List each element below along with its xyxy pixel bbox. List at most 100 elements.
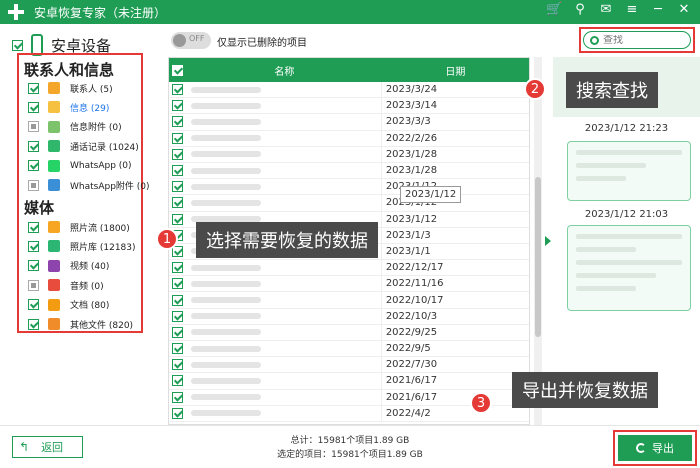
app-title: 安卓恢复专家（未注册）	[34, 5, 167, 20]
row-checkbox[interactable]	[172, 132, 184, 144]
row-checkbox[interactable]	[172, 391, 184, 403]
category-checkbox[interactable]	[28, 121, 39, 133]
category-checkbox[interactable]	[28, 260, 39, 272]
row-checkbox[interactable]	[172, 407, 184, 419]
minimize-icon[interactable]: ─	[650, 2, 666, 17]
menu-icon[interactable]: ≡	[624, 2, 640, 17]
category-item[interactable]: 信息 (29)	[28, 100, 109, 114]
blurred-contact	[190, 345, 261, 352]
category-item[interactable]: 信息附件 (0)	[28, 120, 122, 134]
category-checkbox[interactable]	[28, 299, 39, 311]
table-row[interactable]: 2022/12/17	[169, 260, 529, 277]
category-checkbox[interactable]	[28, 140, 39, 152]
search-input[interactable]	[603, 34, 683, 46]
message-timestamp: 2023/1/12 21:23	[584, 123, 669, 134]
row-date-cell: 2022/4/2	[385, 407, 431, 419]
row-checkbox[interactable]	[172, 165, 184, 177]
category-item[interactable]: WhatsApp附件 (0)	[28, 178, 150, 192]
select-all-checkbox[interactable]	[172, 64, 184, 76]
row-checkbox[interactable]	[172, 148, 184, 160]
row-checkbox[interactable]	[172, 343, 184, 355]
table-row[interactable]: 2021/6/17	[169, 373, 529, 390]
row-name-cell	[187, 260, 382, 276]
row-name-cell	[187, 195, 382, 211]
table-row[interactable]: 2022/10/3	[169, 308, 529, 325]
row-date-cell: 2022/7/30	[385, 359, 438, 371]
category-item[interactable]: 照片流 (1800)	[28, 220, 130, 234]
table-row[interactable]: 2022/9/5	[169, 341, 529, 358]
row-checkbox[interactable]	[172, 116, 184, 128]
table-row[interactable]: 2023/3/24	[169, 82, 529, 99]
message-timestamp: 2023/1/12 21:03	[584, 209, 669, 220]
table-row[interactable]: 2023/1/12	[169, 195, 529, 212]
table-row[interactable]: 2023/3/3	[169, 114, 529, 131]
cart-icon[interactable]: 🛒	[546, 2, 562, 17]
expand-arrow-icon[interactable]	[545, 236, 551, 246]
blurred-contact	[190, 280, 261, 287]
category-checkbox[interactable]	[28, 101, 39, 113]
table-row[interactable]: 2022/11/16	[169, 276, 529, 293]
category-item[interactable]: 其他文件 (820)	[28, 317, 133, 331]
table-row[interactable]: 2023/1/28	[169, 146, 529, 163]
row-checkbox[interactable]	[172, 181, 184, 193]
category-item[interactable]: WhatsApp (0)	[28, 159, 132, 173]
table-header: 名称 日期	[169, 58, 529, 82]
row-checkbox[interactable]	[172, 294, 184, 306]
blurred-contact	[190, 86, 261, 93]
row-name-cell	[187, 130, 382, 146]
category-checkbox[interactable]	[28, 160, 39, 172]
table-row[interactable]: 2022/9/25	[169, 324, 529, 341]
row-checkbox[interactable]	[172, 326, 184, 338]
row-date-cell: 2022/9/25	[385, 326, 438, 338]
category-item[interactable]: 联系人 (5)	[28, 81, 113, 95]
row-checkbox[interactable]	[172, 278, 184, 290]
table-row[interactable]: 2022/7/30	[169, 357, 529, 374]
category-checkbox[interactable]	[28, 240, 39, 252]
blurred-contact	[190, 313, 261, 320]
chat-icon[interactable]: ✉	[598, 2, 614, 17]
row-checkbox[interactable]	[172, 359, 184, 371]
callout-badge-2: 2	[524, 78, 546, 100]
device-checkbox[interactable]	[12, 39, 23, 51]
column-header-date[interactable]: 日期	[382, 63, 529, 78]
table-row[interactable]: 2023/1/12	[169, 179, 529, 196]
item-stats: 总计：15981个项目1.89 GB 选定的项目：15981个项目1.89 GB	[220, 434, 480, 462]
table-row[interactable]: 2023/1/28	[169, 162, 529, 180]
column-header-name[interactable]: 名称	[187, 63, 382, 78]
category-checkbox[interactable]	[28, 318, 39, 330]
row-checkbox[interactable]	[172, 245, 184, 257]
title-bar: 安卓恢复专家（未注册） 🛒 ⚲ ✉ ≡ ─ ✕	[0, 0, 700, 24]
row-checkbox[interactable]	[172, 84, 184, 96]
table-scrollbar[interactable]	[534, 57, 542, 425]
category-label: 文档 (80)	[70, 301, 110, 312]
key-icon[interactable]: ⚲	[572, 2, 588, 17]
category-item[interactable]: 文档 (80)	[28, 298, 109, 312]
row-checkbox[interactable]	[172, 262, 184, 274]
table-row[interactable]: 2022/2/26	[169, 130, 529, 147]
row-checkbox[interactable]	[172, 197, 184, 209]
row-name-cell	[187, 276, 382, 292]
category-checkbox[interactable]	[28, 221, 39, 233]
table-row[interactable]: 2023/3/14	[169, 98, 529, 115]
category-checkbox[interactable]	[28, 179, 39, 191]
category-item[interactable]: 照片库 (12183)	[28, 239, 136, 253]
category-item[interactable]: 音频 (0)	[28, 278, 104, 292]
scrollbar-thumb[interactable]	[535, 177, 541, 337]
row-name-cell	[187, 357, 382, 373]
callout-select-data: 选择需要恢复的数据	[196, 222, 378, 258]
row-checkbox[interactable]	[172, 375, 184, 387]
category-item[interactable]: 视频 (40)	[28, 259, 109, 273]
back-button[interactable]: ↰ 返回	[12, 436, 83, 458]
export-button[interactable]: 导出	[618, 435, 692, 461]
category-item[interactable]: 通话记录 (1024)	[28, 139, 139, 153]
close-icon[interactable]: ✕	[676, 2, 692, 17]
deleted-only-toggle[interactable]: OFF	[171, 32, 211, 49]
blurred-contact	[190, 151, 261, 158]
category-checkbox[interactable]	[28, 82, 39, 94]
row-checkbox[interactable]	[172, 213, 184, 225]
row-name-cell	[187, 146, 382, 162]
row-checkbox[interactable]	[172, 310, 184, 322]
table-row[interactable]: 2022/10/17	[169, 292, 529, 309]
row-checkbox[interactable]	[172, 100, 184, 112]
category-checkbox[interactable]	[28, 279, 39, 291]
